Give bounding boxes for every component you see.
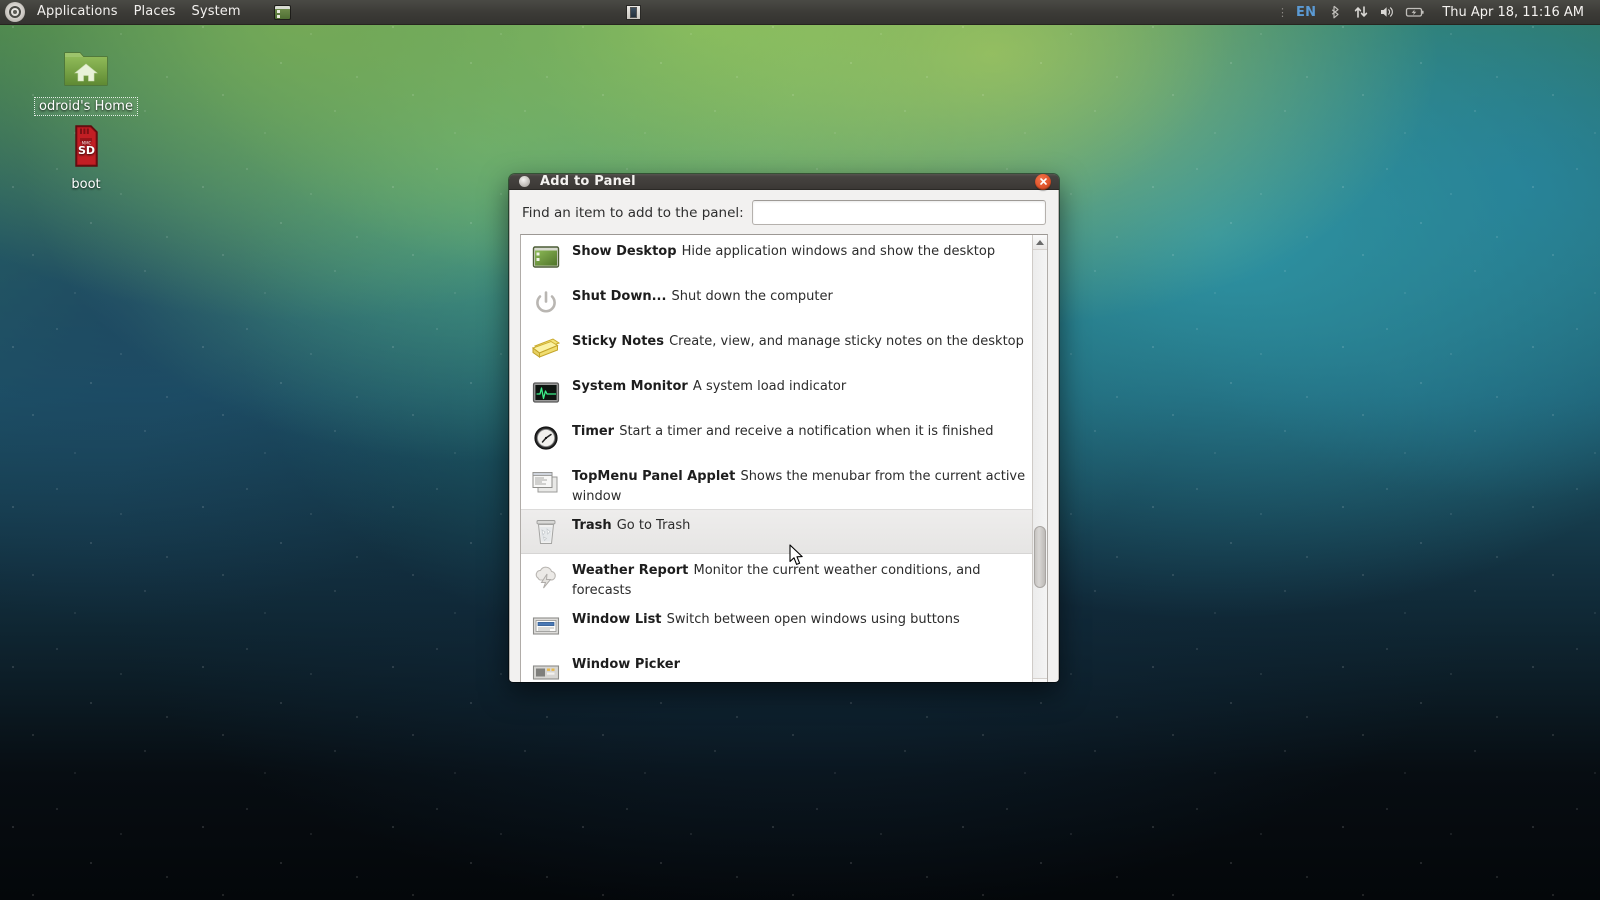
show-desktop-icon: [528, 240, 564, 276]
bluetooth-icon[interactable]: [1327, 4, 1343, 20]
list-item[interactable]: Weather Report Monitor the current weath…: [521, 554, 1032, 603]
list-item[interactable]: Window Picker: [521, 648, 1032, 682]
system-monitor-icon: [528, 375, 564, 411]
weather-icon: [528, 559, 564, 595]
list-item-description: Start a timer and receive a notification…: [619, 424, 993, 439]
clock[interactable]: Thu Apr 18, 11:16 AM: [1430, 5, 1592, 20]
list-item-text: Timer Start a timer and receive a notifi…: [572, 419, 994, 440]
dialog-titlebar[interactable]: Add to Panel: [509, 174, 1059, 190]
list-item-text: Sticky Notes Create, view, and manage st…: [572, 329, 1024, 350]
battery-charging-icon[interactable]: [1405, 4, 1425, 20]
menu-applications-label: Applications: [37, 4, 118, 19]
sticky-notes-icon: [528, 330, 564, 366]
svg-text:SD: SD: [78, 144, 95, 157]
applet-list[interactable]: Show Desktop Hide application windows an…: [521, 235, 1032, 682]
scrollbar-track[interactable]: [1033, 250, 1047, 678]
search-input[interactable]: [752, 200, 1046, 225]
desktop: Applications Places System ⋮ EN: [0, 0, 1600, 900]
list-item-description: Shut down the computer: [672, 289, 833, 304]
list-item[interactable]: System Monitor A system load indicator: [521, 370, 1032, 415]
list-item-description: Switch between open windows using button…: [667, 612, 960, 627]
ubuntu-logo-icon[interactable]: [5, 2, 25, 22]
list-scrollbar[interactable]: [1032, 235, 1047, 682]
panel-left-section: Applications Places System: [0, 0, 295, 24]
search-row: Find an item to add to the panel:: [520, 200, 1048, 234]
menu-system-label: System: [192, 4, 241, 19]
window-picker-icon: [528, 653, 564, 682]
list-item-description: Go to Trash: [617, 518, 691, 533]
top-panel: Applications Places System ⋮ EN: [0, 0, 1600, 25]
list-item-text: Shut Down... Shut down the computer: [572, 284, 833, 305]
window-list-icon: [528, 608, 564, 644]
close-icon[interactable]: [1035, 174, 1051, 190]
indicator-handle: ⋮: [1277, 6, 1288, 19]
menu-system[interactable]: System: [184, 0, 249, 24]
list-item[interactable]: Show Desktop Hide application windows an…: [521, 235, 1032, 280]
list-item-description: Hide application windows and show the de…: [682, 244, 995, 259]
list-item-title: Show Desktop: [572, 244, 677, 259]
menu-places[interactable]: Places: [126, 0, 184, 24]
list-item-title: TopMenu Panel Applet: [572, 469, 735, 484]
list-item-text: System Monitor A system load indicator: [572, 374, 846, 395]
list-item-title: Trash: [572, 518, 612, 533]
list-item[interactable]: TopMenu Panel Applet Shows the menubar f…: [521, 460, 1032, 509]
list-item[interactable]: Sticky Notes Create, view, and manage st…: [521, 325, 1032, 370]
list-item[interactable]: Window List Switch between open windows …: [521, 603, 1032, 648]
panel-right-section: ⋮ EN: [1277, 0, 1600, 24]
power-icon: [528, 285, 564, 321]
list-item-title: Weather Report: [572, 563, 688, 578]
scrollbar-thumb[interactable]: [1034, 526, 1046, 588]
dialog-title: Add to Panel: [540, 174, 636, 189]
window-picker-icon: [626, 5, 641, 20]
list-item-title: Window Picker: [572, 657, 680, 672]
desktop-icon-home[interactable]: odroid's Home: [28, 44, 144, 115]
home-folder-icon: [28, 44, 144, 94]
network-updown-icon[interactable]: [1353, 4, 1369, 20]
dialog-body: Find an item to add to the panel:: [509, 190, 1059, 682]
menu-applications[interactable]: Applications: [29, 0, 126, 24]
list-item-description: A system load indicator: [693, 379, 846, 394]
list-item-title: Shut Down...: [572, 289, 666, 304]
menu-places-label: Places: [134, 4, 176, 19]
desktop-icon-home-label: odroid's Home: [35, 98, 137, 115]
sd-card-icon: MMC SD: [28, 122, 144, 172]
volume-icon[interactable]: [1379, 4, 1395, 20]
list-item-title: Timer: [572, 424, 614, 439]
show-desktop-icon: [274, 5, 291, 20]
list-item[interactable]: Shut Down... Shut down the computer: [521, 280, 1032, 325]
list-item[interactable]: Trash Go to Trash: [521, 509, 1032, 554]
list-item-title: Window List: [572, 612, 662, 627]
scroll-up-icon[interactable]: [1033, 235, 1047, 250]
list-item[interactable]: Timer Start a timer and receive a notifi…: [521, 415, 1032, 460]
panel-show-desktop-button[interactable]: [271, 2, 295, 22]
list-item-text: Weather Report Monitor the current weath…: [572, 558, 1026, 599]
timer-icon: [528, 420, 564, 456]
window-menu-icon[interactable]: [519, 176, 530, 187]
desktop-icon-boot-label: boot: [67, 176, 104, 193]
desktop-icon-boot[interactable]: MMC SD boot: [28, 122, 144, 193]
list-item-text: Window List Switch between open windows …: [572, 607, 960, 628]
scroll-down-icon[interactable]: [1033, 678, 1047, 682]
list-item-title: System Monitor: [572, 379, 688, 394]
list-item-text: Show Desktop Hide application windows an…: [572, 239, 995, 260]
topmenu-icon: [528, 465, 564, 501]
applet-list-frame: Show Desktop Hide application windows an…: [520, 234, 1048, 682]
list-item-title: Sticky Notes: [572, 334, 664, 349]
search-label: Find an item to add to the panel:: [522, 205, 744, 221]
list-item-text: TopMenu Panel Applet Shows the menubar f…: [572, 464, 1026, 505]
keyboard-layout-indicator[interactable]: EN: [1290, 5, 1322, 20]
list-item-description: Create, view, and manage sticky notes on…: [669, 334, 1024, 349]
list-item-text: Trash Go to Trash: [572, 513, 690, 534]
trash-icon: [528, 514, 564, 550]
panel-window-picker-button[interactable]: [626, 0, 641, 25]
list-item-text: Window Picker: [572, 652, 680, 673]
add-to-panel-dialog: Add to Panel Find an item to add to the …: [509, 174, 1059, 682]
